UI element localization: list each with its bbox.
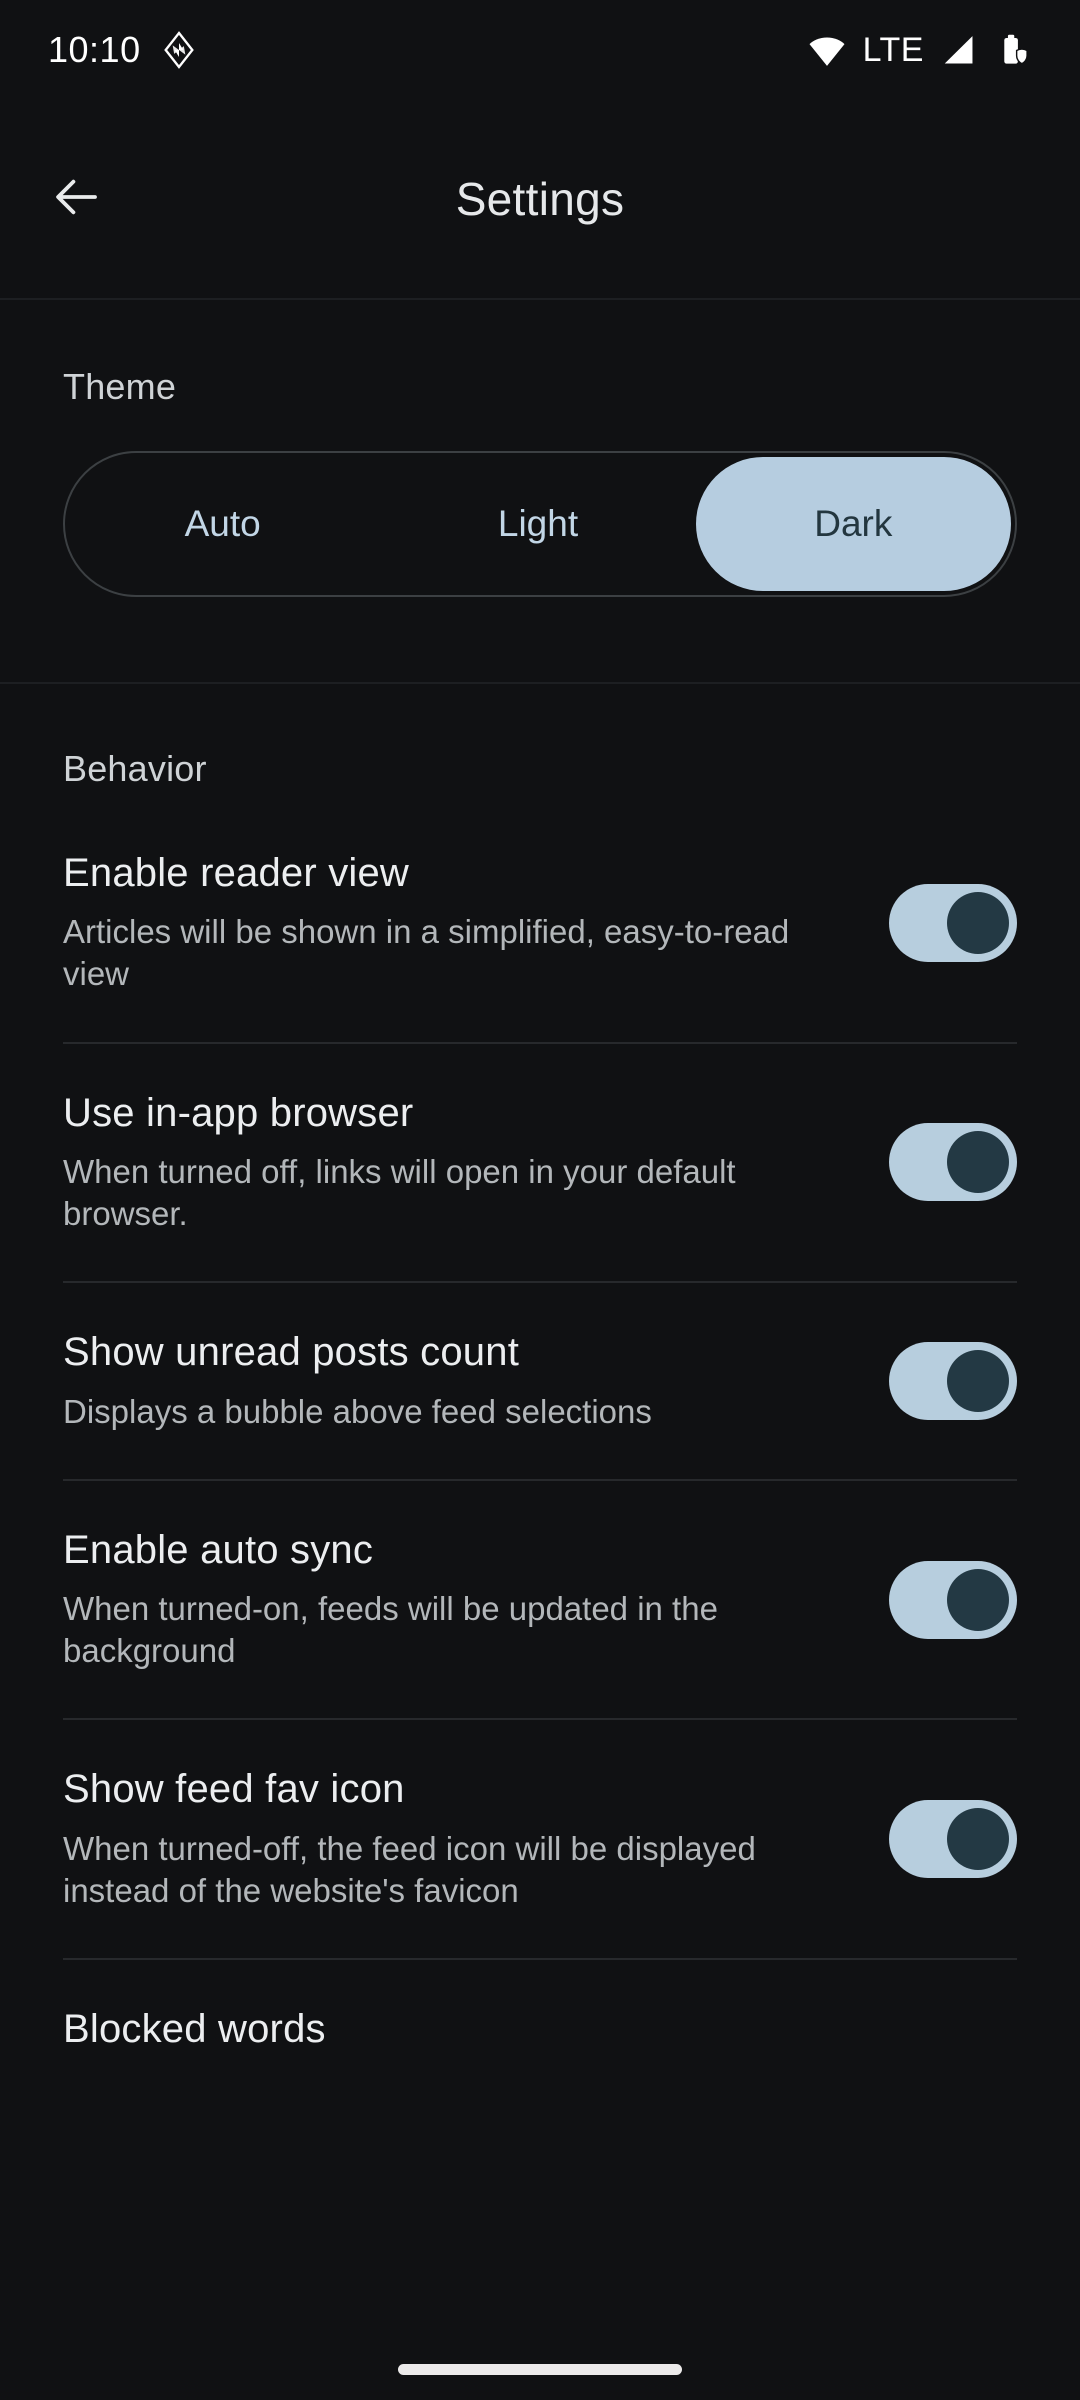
theme-section-title: Theme xyxy=(63,366,177,407)
setting-row-blocked-words[interactable]: Blocked words xyxy=(0,2006,1080,2106)
setting-text-block: Use in-app browser When turned off, link… xyxy=(63,1090,877,1236)
setting-row-enable-auto-sync[interactable]: Enable auto sync When turned-on, feeds w… xyxy=(0,1527,1080,1673)
toggle-use-in-app-browser[interactable] xyxy=(889,1123,1017,1202)
setting-text-block: Enable reader view Articles will be show… xyxy=(63,850,877,996)
toggle-knob xyxy=(947,1808,1009,1871)
wifi-icon xyxy=(807,30,847,70)
setting-subtitle: Articles will be shown in a simplified, … xyxy=(63,913,790,993)
toggle-enable-reader-view[interactable] xyxy=(889,883,1017,962)
setting-subtitle: When turned-off, the feed icon will be d… xyxy=(63,1829,756,1909)
row-spacer xyxy=(0,1044,1080,1090)
setting-text-block: Show unread posts count Displays a bubbl… xyxy=(63,1329,877,1432)
setting-text-block: Enable auto sync When turned-on, feeds w… xyxy=(63,1527,877,1673)
row-spacer xyxy=(0,1481,1080,1527)
behavior-section: Behavior Enable reader view Articles wil… xyxy=(0,684,1080,2051)
theme-option-dark[interactable]: Dark xyxy=(695,457,1011,591)
toggle-knob xyxy=(947,1131,1009,1194)
status-bar: 10:10 LTE xyxy=(0,0,1080,100)
setting-control xyxy=(877,1342,1017,1421)
setting-title: Use in-app browser xyxy=(63,1090,414,1135)
behavior-settings-list: Enable reader view Articles will be show… xyxy=(0,850,1080,2106)
network-type-label: LTE xyxy=(862,31,924,69)
theme-option-auto[interactable]: Auto xyxy=(65,453,380,595)
behavior-section-title: Behavior xyxy=(63,748,207,789)
battery-icon xyxy=(994,31,1032,69)
theme-option-light[interactable]: Light xyxy=(380,453,695,595)
status-bar-right: LTE xyxy=(807,30,1032,70)
setting-title: Show unread posts count xyxy=(63,1330,520,1375)
setting-subtitle: Displays a bubble above feed selections xyxy=(63,1392,652,1430)
setting-row-use-in-app-browser[interactable]: Use in-app browser When turned off, link… xyxy=(0,1090,1080,1236)
setting-control xyxy=(877,1800,1017,1879)
setting-control xyxy=(877,883,1017,962)
setting-title: Enable auto sync xyxy=(63,1527,374,1572)
setting-subtitle: When turned-on, feeds will be updated in… xyxy=(63,1589,718,1670)
setting-title: Enable reader view xyxy=(63,851,410,895)
setting-row-enable-reader-view[interactable]: Enable reader view Articles will be show… xyxy=(0,850,1080,996)
row-spacer xyxy=(0,996,1080,1042)
toggle-knob xyxy=(947,1568,1009,1631)
page-title: Settings xyxy=(455,173,625,225)
status-bar-left: 10:10 xyxy=(48,30,199,70)
setting-row-show-unread-posts-count[interactable]: Show unread posts count Displays a bubbl… xyxy=(0,1329,1080,1432)
setting-control xyxy=(877,1560,1017,1639)
row-spacer xyxy=(0,1912,1080,1958)
setting-control xyxy=(877,1123,1017,1202)
toggle-show-feed-fav-icon[interactable] xyxy=(889,1800,1017,1879)
toggle-knob xyxy=(947,1350,1009,1413)
toggle-show-unread-posts-count[interactable] xyxy=(889,1342,1017,1421)
row-spacer xyxy=(0,1235,1080,1281)
setting-title: Show feed fav icon xyxy=(63,1767,405,1812)
signal-icon xyxy=(940,31,978,69)
setting-text-block: Blocked words xyxy=(63,2006,1017,2053)
gesture-navigation-bar[interactable] xyxy=(398,2364,682,2375)
row-spacer xyxy=(0,1433,1080,1479)
row-spacer xyxy=(0,1720,1080,1766)
theme-segmented-control: Auto Light Dark xyxy=(63,451,1017,597)
row-spacer xyxy=(0,1283,1080,1329)
setting-subtitle: When turned off, links will open in your… xyxy=(63,1152,736,1233)
row-spacer xyxy=(0,1672,1080,1718)
app-bar: Settings xyxy=(0,100,1080,300)
setting-row-show-feed-fav-icon[interactable]: Show feed fav icon When turned-off, the … xyxy=(0,1766,1080,1912)
setting-text-block: Show feed fav icon When turned-off, the … xyxy=(63,1766,877,1912)
setting-title: Blocked words xyxy=(63,2007,326,2052)
toggle-knob xyxy=(947,891,1009,954)
diamond-app-icon xyxy=(159,30,199,70)
phone-screen: 10:10 LTE Settings Theme Auto Light Dark… xyxy=(0,0,1080,2400)
theme-section: Theme Auto Light Dark xyxy=(0,302,1080,684)
row-spacer xyxy=(0,1960,1080,2006)
toggle-enable-auto-sync[interactable] xyxy=(889,1560,1017,1639)
status-time: 10:10 xyxy=(48,29,141,70)
